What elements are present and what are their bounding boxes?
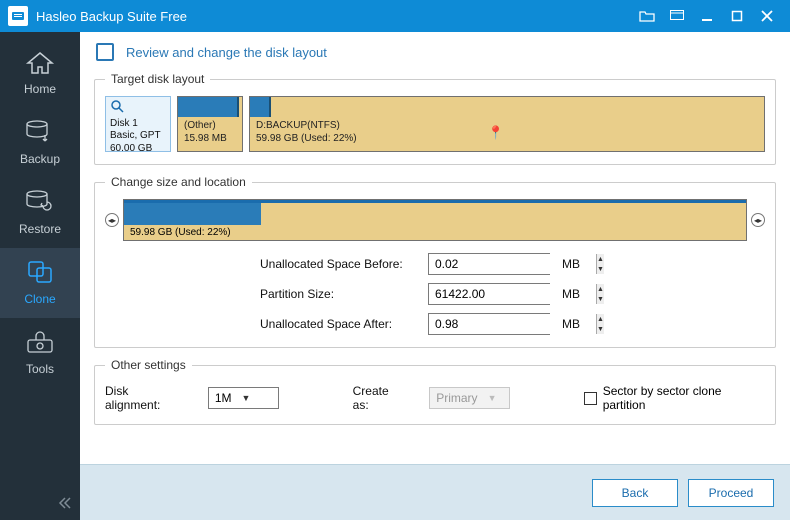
partition-size: 59.98 GB (Used: 22%) bbox=[256, 132, 758, 145]
partition-block-other[interactable]: (Other) 15.98 MB bbox=[177, 96, 243, 152]
unit-label: MB bbox=[562, 317, 580, 331]
other-settings-group: Other settings Disk alignment: 1M ▼ Crea… bbox=[94, 358, 776, 425]
unalloc-after-label: Unallocated Space After: bbox=[260, 317, 420, 331]
sidebar-item-label: Clone bbox=[24, 292, 55, 306]
location-pin-icon: 📍 bbox=[488, 125, 504, 142]
unit-label: MB bbox=[562, 287, 580, 301]
sidebar: Home Backup Restore Clone Tools bbox=[0, 32, 80, 520]
sidebar-item-restore[interactable]: Restore bbox=[0, 178, 80, 248]
open-icon[interactable] bbox=[632, 0, 662, 32]
resize-handle-right[interactable]: ◂▸ bbox=[751, 213, 765, 227]
partition-size-input[interactable]: ▲▼ bbox=[428, 283, 550, 305]
disk-scheme: Basic, GPT bbox=[110, 130, 166, 143]
create-as-value: Primary bbox=[436, 391, 477, 405]
step-down-icon[interactable]: ▼ bbox=[597, 294, 604, 304]
chevron-down-icon: ▼ bbox=[242, 393, 251, 403]
sector-by-sector-label: Sector by sector clone partition bbox=[603, 384, 765, 412]
sidebar-item-clone[interactable]: Clone bbox=[0, 248, 80, 318]
page-header: Review and change the disk layout bbox=[80, 32, 790, 72]
close-button[interactable] bbox=[752, 0, 782, 32]
sidebar-item-tools[interactable]: Tools bbox=[0, 318, 80, 388]
disk-layout-icon bbox=[96, 43, 114, 61]
partition-block-backup[interactable]: D:BACKUP(NTFS) 59.98 GB (Used: 22%) 📍 bbox=[249, 96, 765, 152]
resize-partition-block[interactable]: 59.98 GB (Used: 22%) bbox=[123, 199, 747, 241]
disk-card[interactable]: Disk 1 Basic, GPT 60.00 GB bbox=[105, 96, 171, 152]
partition-label: D:BACKUP(NTFS) bbox=[256, 119, 758, 132]
unalloc-before-label: Unallocated Space Before: bbox=[260, 257, 420, 271]
disk-alignment-label: Disk alignment: bbox=[105, 384, 186, 412]
window-title: Hasleo Backup Suite Free bbox=[36, 9, 632, 24]
partition-size-label: Partition Size: bbox=[260, 287, 420, 301]
minimize-button[interactable] bbox=[692, 0, 722, 32]
unalloc-after-input[interactable]: ▲▼ bbox=[428, 313, 550, 335]
collapse-sidebar-icon[interactable] bbox=[58, 497, 72, 512]
titlebar: Hasleo Backup Suite Free bbox=[0, 0, 790, 32]
disk-name: Disk 1 bbox=[110, 118, 166, 131]
sidebar-item-home[interactable]: Home bbox=[0, 40, 80, 108]
disk-capacity: 60.00 GB bbox=[110, 143, 166, 156]
legend-resize: Change size and location bbox=[105, 175, 252, 189]
target-disk-layout-group: Target disk layout Disk 1 Basic, GPT 60.… bbox=[94, 72, 776, 165]
tile-icon[interactable] bbox=[662, 0, 692, 32]
sidebar-item-label: Tools bbox=[26, 362, 54, 376]
step-up-icon[interactable]: ▲ bbox=[597, 284, 604, 294]
partition-label: (Other) bbox=[184, 119, 236, 132]
legend-other: Other settings bbox=[105, 358, 192, 372]
step-up-icon[interactable]: ▲ bbox=[597, 314, 604, 324]
chevron-down-icon: ▼ bbox=[488, 393, 497, 403]
resize-handle-left[interactable]: ◂▸ bbox=[105, 213, 119, 227]
create-as-label: Create as: bbox=[353, 384, 408, 412]
partition-size: 15.98 MB bbox=[184, 132, 236, 145]
step-up-icon[interactable]: ▲ bbox=[597, 254, 604, 264]
resize-info: 59.98 GB (Used: 22%) bbox=[124, 225, 746, 240]
checkbox-icon bbox=[584, 392, 597, 405]
page-title: Review and change the disk layout bbox=[126, 45, 327, 60]
create-as-select: Primary ▼ bbox=[429, 387, 510, 409]
change-size-group: Change size and location ◂▸ 59.98 GB (Us… bbox=[94, 175, 776, 348]
sidebar-item-label: Restore bbox=[19, 222, 61, 236]
legend-target: Target disk layout bbox=[105, 72, 210, 86]
proceed-button[interactable]: Proceed bbox=[688, 479, 774, 507]
sidebar-item-label: Backup bbox=[20, 152, 60, 166]
step-down-icon[interactable]: ▼ bbox=[597, 264, 604, 274]
sector-by-sector-checkbox[interactable]: Sector by sector clone partition bbox=[584, 384, 765, 412]
footer: Back Proceed bbox=[80, 464, 790, 520]
sidebar-item-label: Home bbox=[24, 82, 56, 96]
sidebar-item-backup[interactable]: Backup bbox=[0, 108, 80, 178]
disk-alignment-select[interactable]: 1M ▼ bbox=[208, 387, 279, 409]
maximize-button[interactable] bbox=[722, 0, 752, 32]
magnify-icon bbox=[110, 99, 124, 113]
back-button[interactable]: Back bbox=[592, 479, 678, 507]
unalloc-before-input[interactable]: ▲▼ bbox=[428, 253, 550, 275]
unit-label: MB bbox=[562, 257, 580, 271]
main-panel: Review and change the disk layout Target… bbox=[80, 32, 790, 520]
step-down-icon[interactable]: ▼ bbox=[597, 324, 604, 334]
disk-alignment-value: 1M bbox=[215, 391, 232, 405]
app-logo bbox=[8, 6, 28, 26]
